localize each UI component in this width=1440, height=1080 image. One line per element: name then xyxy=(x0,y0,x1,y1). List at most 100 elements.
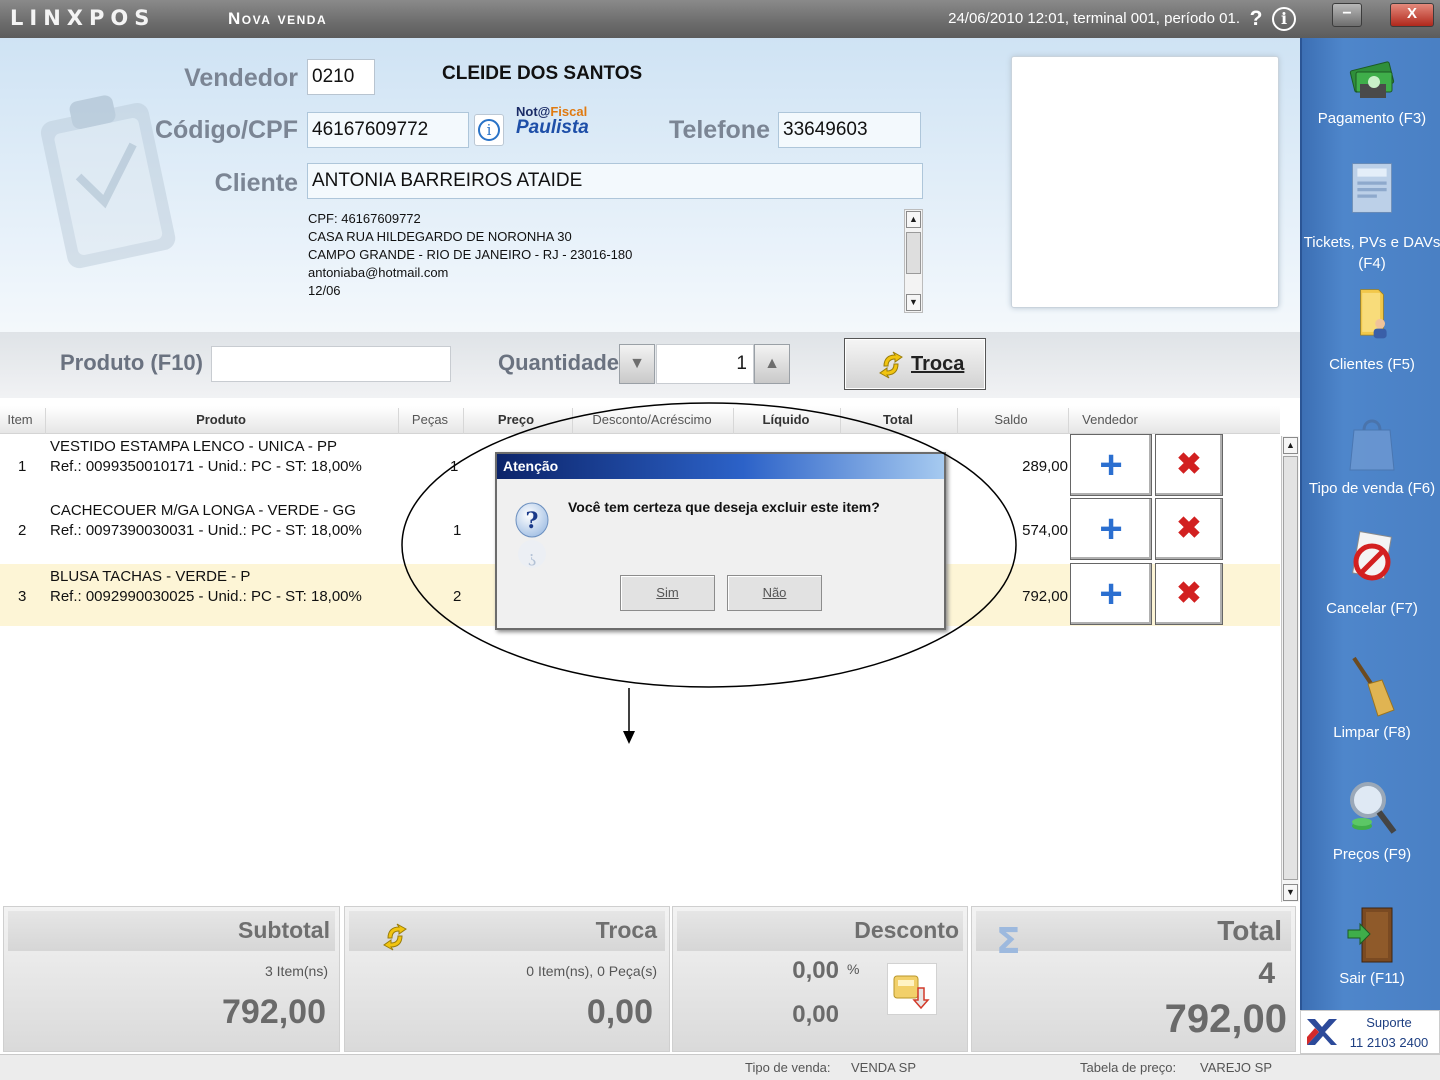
row-balance: 289,00 xyxy=(1022,458,1068,475)
client-detail-line: 12/06 xyxy=(308,283,341,298)
discount-percent: 0,00 xyxy=(792,957,839,984)
quantity-input[interactable]: 1 xyxy=(656,344,754,384)
app-logo: LINXPOS xyxy=(10,6,156,30)
sidebar-item-label: Limpar (F8) xyxy=(1333,724,1411,741)
total-value: 792,00 xyxy=(1164,997,1287,1041)
quantity-decrease-button[interactable]: ▼ xyxy=(619,344,655,384)
row-balance: 574,00 xyxy=(1022,522,1068,539)
row-pieces: 2 xyxy=(453,588,462,605)
scroll-up-icon[interactable]: ▲ xyxy=(906,211,921,228)
yes-button[interactable]: Sim xyxy=(620,575,715,611)
client-details: CPF: 46167609772 CASA RUA HILDEGARDO DE … xyxy=(308,210,904,314)
seller-name: CLEIDE DOS SANTOS xyxy=(442,63,643,84)
clients-folder-icon xyxy=(1360,289,1387,339)
sidebar-item-label: Pagamento (F3) xyxy=(1317,110,1427,127)
exchange-items: 0 Item(ns), 0 Peça(s) xyxy=(526,963,657,979)
table-scrollbar[interactable]: ▲ ▼ xyxy=(1281,436,1299,902)
quantity-label: Quantidade xyxy=(498,350,620,375)
minimize-button[interactable]: − xyxy=(1332,3,1362,27)
customer-photo-box xyxy=(1011,56,1279,308)
discount-tag-icon xyxy=(893,975,930,1010)
seller-label: Vendedor xyxy=(184,64,298,92)
percent-sign: % xyxy=(847,961,860,977)
status-bar: Tipo de venda: VENDA SP Tabela de preço:… xyxy=(0,1054,1440,1080)
client-label: Cliente xyxy=(214,169,298,197)
sidebar-item-label: Cancelar (F7) xyxy=(1326,600,1418,617)
subtotal-items: 3 Item(ns) xyxy=(264,963,328,979)
scroll-thumb[interactable] xyxy=(906,232,921,274)
scroll-down-icon[interactable]: ▼ xyxy=(906,294,921,311)
scroll-thumb[interactable] xyxy=(1283,456,1298,880)
row-item-number: 3 xyxy=(18,588,27,605)
quantity-increase-button[interactable]: ▲ xyxy=(754,344,790,384)
price-table-label: Tabela de preço: xyxy=(1080,1060,1177,1075)
linx-logo-icon xyxy=(1307,1019,1337,1045)
dialog-message: Você tem certeza que deseja excluir este… xyxy=(568,499,880,515)
delete-item-button[interactable]: ✖ xyxy=(1155,563,1223,625)
product-input[interactable] xyxy=(211,346,451,382)
confirm-delete-dialog: Atenção ? ? Você tem certeza que deseja … xyxy=(495,452,946,630)
delete-item-button[interactable]: ✖ xyxy=(1155,498,1223,560)
scroll-down-icon[interactable]: ▼ xyxy=(1283,884,1298,901)
phone-label: Telefone xyxy=(669,116,770,144)
session-status: 24/06/2010 12:01, terminal 001, período … xyxy=(948,10,1240,27)
exchange-panel: Troca 0 Item(ns), 0 Peça(s) 0,00 xyxy=(344,906,670,1052)
client-detail-line: CAMPO GRANDE - RIO DE JANEIRO - RJ - 230… xyxy=(308,247,633,262)
exchange-button[interactable]: Troca xyxy=(844,338,986,390)
add-item-button[interactable]: + xyxy=(1070,434,1152,496)
dialog-title: Atenção xyxy=(497,454,944,479)
question-icon: ? ? xyxy=(515,502,549,569)
column-header: Desconto/Acréscimo xyxy=(592,412,712,427)
broom-icon xyxy=(1352,656,1395,717)
add-item-button[interactable]: + xyxy=(1070,498,1152,560)
support-title: Suporte xyxy=(1366,1015,1412,1030)
column-header: Saldo xyxy=(994,412,1028,427)
scroll-up-icon[interactable]: ▲ xyxy=(1283,437,1298,454)
sidebar-item-label: Tipo de venda (F6) xyxy=(1308,480,1436,497)
column-header: Líquido xyxy=(762,412,810,427)
tickets-icon xyxy=(1352,163,1392,213)
client-detail-line: CPF: 46167609772 xyxy=(308,211,421,226)
close-button[interactable]: X xyxy=(1390,3,1434,27)
client-name-field[interactable]: ANTONIA BARREIROS ATAIDE xyxy=(307,163,923,199)
seller-code-field[interactable]: 0210 xyxy=(307,59,375,95)
row-product-ref: Ref.: 0097390030031 - Unid.: PC - ST: 18… xyxy=(50,522,362,539)
no-button[interactable]: Não xyxy=(727,575,822,611)
help-icon[interactable]: ? xyxy=(1244,7,1268,31)
info-icon[interactable]: i xyxy=(1272,7,1296,31)
exchange-title: Troca xyxy=(595,917,657,943)
product-label: Produto (F10) xyxy=(60,350,203,375)
column-header: Vendedor xyxy=(1082,412,1138,427)
details-scrollbar[interactable]: ▲ ▼ xyxy=(904,209,923,313)
row-product-ref: Ref.: 0099350010171 - Unid.: PC - ST: 18… xyxy=(50,458,362,475)
discount-panel: Desconto 0,00 % 0,00 xyxy=(672,906,968,1052)
sale-type-value: VENDA SP xyxy=(851,1060,917,1075)
discount-value: 0,00 xyxy=(792,1001,839,1028)
svg-text:?: ? xyxy=(528,550,537,569)
cpf-field[interactable]: 46167609772 xyxy=(307,112,469,148)
phone-field[interactable]: 33649603 xyxy=(778,112,921,148)
column-header: Produto xyxy=(196,412,246,427)
money-icon xyxy=(1349,61,1395,98)
exchange-value: 0,00 xyxy=(586,993,653,1031)
total-panel: Σ Total 4 792,00 xyxy=(971,906,1296,1052)
customer-info-button[interactable]: i xyxy=(474,114,504,146)
client-detail-line: antoniaba@hotmail.com xyxy=(308,265,449,280)
sale-type-label: Tipo de venda: xyxy=(745,1060,831,1075)
arrow-head-icon xyxy=(623,731,635,744)
svg-text:?: ? xyxy=(526,508,539,534)
add-item-button[interactable]: + xyxy=(1070,563,1152,625)
subtotal-value: 792,00 xyxy=(222,993,326,1031)
row-product-ref: Ref.: 0092990030025 - Unid.: PC - ST: 18… xyxy=(50,588,362,605)
total-count: 4 xyxy=(1258,957,1275,990)
cpf-label: Código/CPF xyxy=(154,116,298,144)
total-title: Total xyxy=(1217,915,1282,946)
sidebar-item-label: Tickets, PVs e DAVs (F4) xyxy=(1303,234,1440,272)
row-item-number: 2 xyxy=(18,522,27,539)
discount-button[interactable] xyxy=(887,963,937,1015)
price-search-icon xyxy=(1350,782,1397,834)
delete-item-button[interactable]: ✖ xyxy=(1155,434,1223,496)
discount-title: Desconto xyxy=(854,917,959,943)
info-icon: i xyxy=(478,119,500,141)
shopping-bag-icon xyxy=(1349,419,1395,471)
